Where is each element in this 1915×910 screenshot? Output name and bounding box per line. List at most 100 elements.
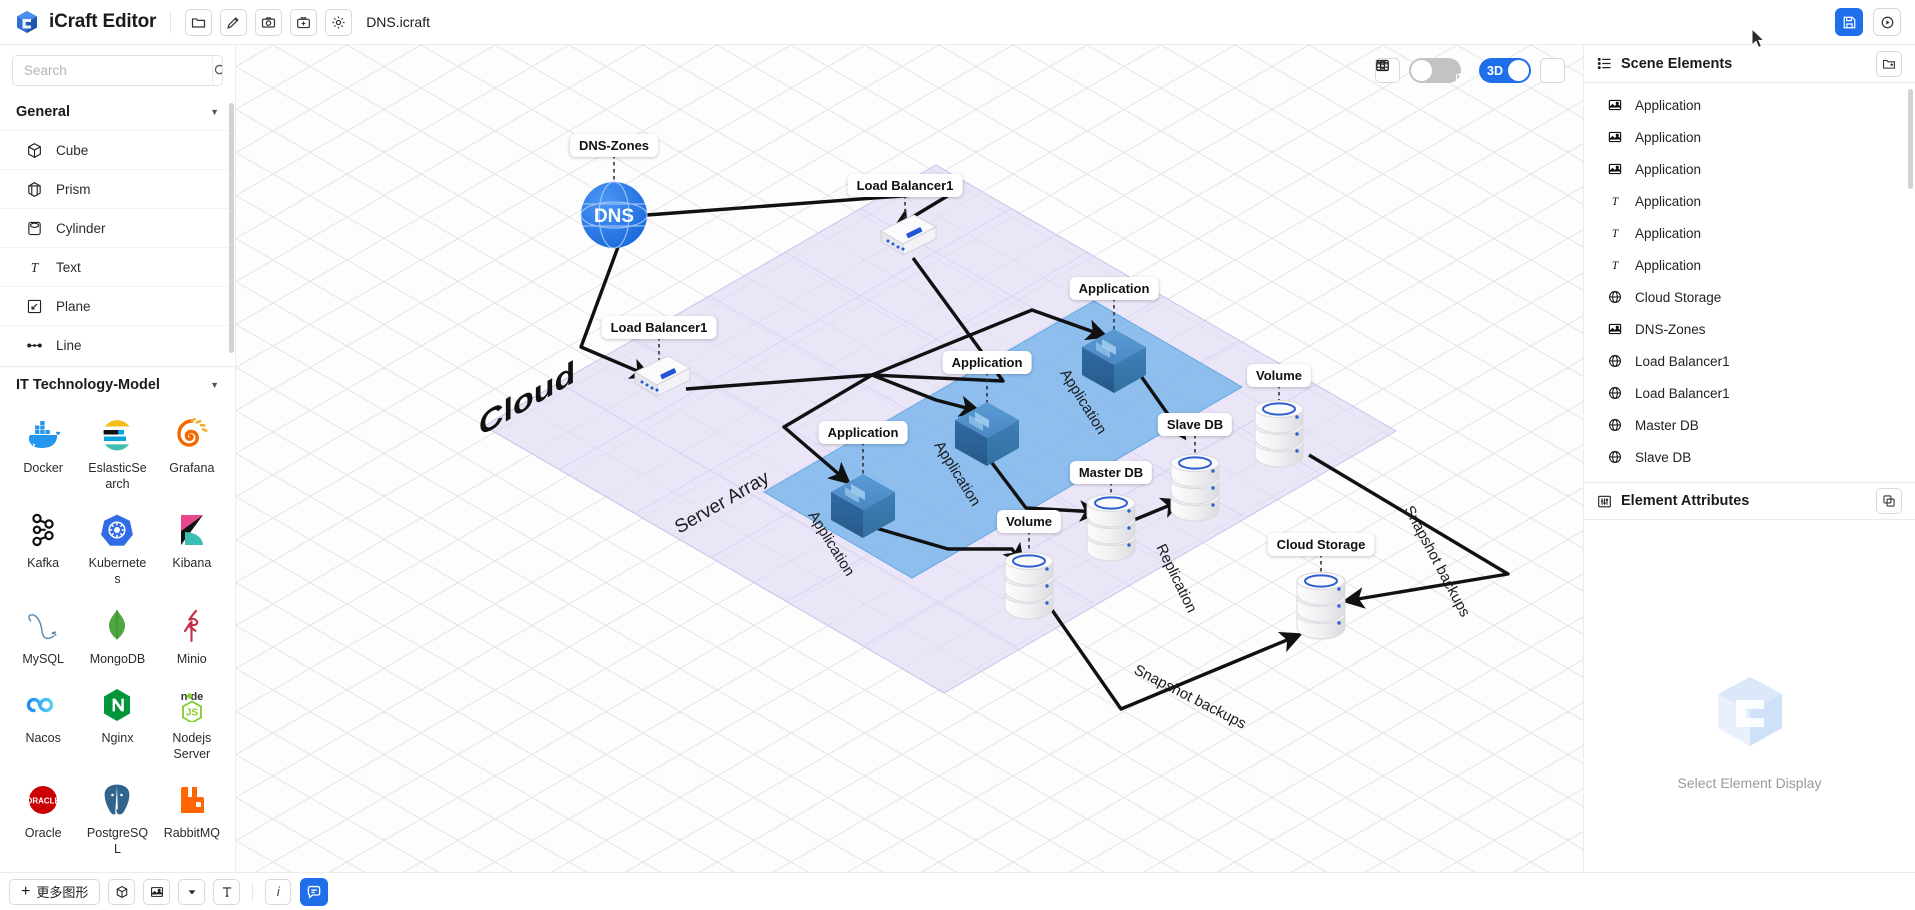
scene-item[interactable]: Cloud Storage: [1584, 281, 1915, 313]
scene-item[interactable]: Load Balancer1: [1584, 377, 1915, 409]
grafana-logo: [170, 415, 214, 455]
scene-item[interactable]: Load Balancer1: [1584, 345, 1915, 377]
tech-item-grafana[interactable]: Grafana: [155, 405, 229, 498]
node-label-dns-zones[interactable]: DNS-Zones: [569, 134, 659, 157]
scene-item[interactable]: T Application: [1584, 249, 1915, 281]
node-label-application-2[interactable]: Application: [942, 351, 1032, 374]
briefcase-icon[interactable]: [290, 8, 318, 36]
prism-icon: [24, 179, 44, 199]
section-header-it-technology[interactable]: IT Technology-Model ▼: [0, 367, 235, 403]
chevron-down-icon[interactable]: [178, 878, 206, 905]
camera-switch-icon[interactable]: [1376, 58, 1565, 83]
general-item-list: Cube Prism Cylinder T Text Plane Line: [0, 130, 235, 367]
sidebar-item-label: Line: [56, 337, 82, 353]
sidebar-item-line[interactable]: Line: [0, 325, 235, 364]
right-sidebar: Scene Elements Application Application A…: [1583, 45, 1915, 872]
tech-item-label: Grafana: [169, 461, 215, 475]
node-label-load-balancer-1[interactable]: Load Balancer1: [847, 174, 963, 197]
sidebar-scrollbar[interactable]: [229, 103, 234, 353]
scene-elements-list[interactable]: Application Application Application T Ap…: [1584, 83, 1915, 482]
docker-logo: [21, 415, 65, 455]
new-folder-icon[interactable]: [1876, 50, 1902, 77]
scene-item[interactable]: Application: [1584, 153, 1915, 185]
kafka-logo: [21, 510, 65, 550]
scene-elements-title: Scene Elements: [1621, 55, 1733, 72]
scene-item[interactable]: Application: [1584, 121, 1915, 153]
postgresql-logo: [95, 780, 139, 820]
search-box[interactable]: [12, 55, 223, 86]
model-3d-icon[interactable]: [108, 878, 136, 905]
node-label-master-db[interactable]: Master DB: [1069, 461, 1153, 484]
tech-item-docker[interactable]: Docker: [6, 405, 80, 498]
sidebar-item-text[interactable]: T Text: [0, 247, 235, 286]
svg-text:T: T: [30, 260, 39, 275]
node-label-application-1[interactable]: Application: [1069, 277, 1159, 300]
sidebar-item-cube[interactable]: Cube: [0, 130, 235, 169]
tech-item-label: Oracle: [24, 826, 62, 841]
text-icon: T: [1606, 224, 1624, 242]
node-label-slave-db[interactable]: Slave DB: [1157, 413, 1233, 436]
pen-icon[interactable]: [220, 8, 248, 36]
save-icon[interactable]: [1835, 8, 1863, 36]
scene-item[interactable]: Application: [1584, 89, 1915, 121]
tech-item-minio[interactable]: Minio: [155, 596, 229, 674]
chevron-down-icon[interactable]: ▼: [210, 107, 219, 117]
header-divider: [170, 11, 172, 33]
tech-item-kubernetes[interactable]: Kubernetes: [80, 500, 154, 593]
tech-item-kibana[interactable]: Kibana: [155, 500, 229, 593]
node-label-application-3[interactable]: Application: [818, 421, 908, 444]
scene-item[interactable]: Master DB: [1584, 409, 1915, 441]
chevron-down-icon[interactable]: ▼: [210, 380, 219, 390]
document-name[interactable]: DNS.icraft: [366, 14, 430, 30]
scene-item-label: Application: [1635, 97, 1702, 113]
tech-item-nginx[interactable]: Nginx: [80, 675, 154, 768]
scene-list-scrollbar[interactable]: [1908, 89, 1913, 189]
tech-item-postgresql[interactable]: PostgreSQL: [80, 770, 154, 863]
search-input[interactable]: [13, 56, 212, 85]
text-tool-icon[interactable]: [213, 878, 241, 905]
header-right-actions: [1825, 8, 1915, 36]
copy-icon[interactable]: [1876, 488, 1902, 514]
tech-item-elasticsearch[interactable]: EslasticSearch: [80, 405, 154, 498]
folder-icon[interactable]: [185, 8, 213, 36]
scene-item[interactable]: T Application: [1584, 217, 1915, 249]
node-label-load-balancer-2[interactable]: Load Balancer1: [601, 316, 717, 339]
element-attributes-header: Element Attributes: [1584, 482, 1915, 520]
tech-item-rabbitmq[interactable]: RabbitMQ: [155, 770, 229, 863]
scene-item-label: Application: [1635, 129, 1702, 145]
more-shapes-button[interactable]: + 更多图形: [9, 878, 101, 905]
info-button[interactable]: i: [265, 878, 292, 905]
chat-bubble-icon[interactable]: [300, 877, 329, 906]
scene-item[interactable]: DNS-Zones: [1584, 313, 1915, 345]
tech-item-kafka[interactable]: Kafka: [6, 500, 80, 593]
sidebar-item-plane[interactable]: Plane: [0, 286, 235, 325]
search-icon[interactable]: [212, 56, 222, 85]
node-label-volume-1[interactable]: Volume: [1247, 364, 1311, 387]
node-cloud-storage: [1296, 572, 1346, 640]
globe-icon: [1606, 352, 1624, 370]
diagram-canvas[interactable]: Cloud Server Array Application Applicati…: [236, 45, 1583, 872]
section-title-it-technology: IT Technology-Model: [16, 377, 160, 393]
tech-item-nacos[interactable]: Nacos: [6, 675, 80, 768]
camera-toggle[interactable]: [1409, 58, 1468, 83]
image-icon[interactable]: [143, 878, 171, 905]
sidebar-item-prism[interactable]: Prism: [0, 169, 235, 208]
app-header: iCraft Editor DNS.icraft: [0, 0, 1915, 45]
tech-item-nodejs[interactable]: n de JS Nodejs Server: [155, 675, 229, 768]
scene-item[interactable]: T Application: [1584, 185, 1915, 217]
scene-elements-header: Scene Elements: [1584, 45, 1915, 83]
node-label-volume-2[interactable]: Volume: [997, 510, 1061, 533]
sidebar-item-cylinder[interactable]: Cylinder: [0, 208, 235, 247]
scene-item-label: Application: [1635, 161, 1702, 177]
tech-item-mysql[interactable]: MySQL: [6, 596, 80, 674]
gear-icon[interactable]: [325, 8, 353, 36]
play-icon[interactable]: [1873, 8, 1901, 36]
scene-item[interactable]: Slave DB: [1584, 441, 1915, 473]
section-header-general[interactable]: General ▼: [0, 94, 235, 130]
camera-icon[interactable]: [255, 8, 283, 36]
node-label-cloud-storage[interactable]: Cloud Storage: [1267, 533, 1375, 556]
tech-item-mongodb[interactable]: MongoDB: [80, 596, 154, 674]
view-mode-toggle[interactable]: 3D: [1479, 58, 1531, 83]
rabbitmq-logo: [170, 780, 214, 820]
tech-item-oracle[interactable]: ORACLE Oracle: [6, 770, 80, 863]
